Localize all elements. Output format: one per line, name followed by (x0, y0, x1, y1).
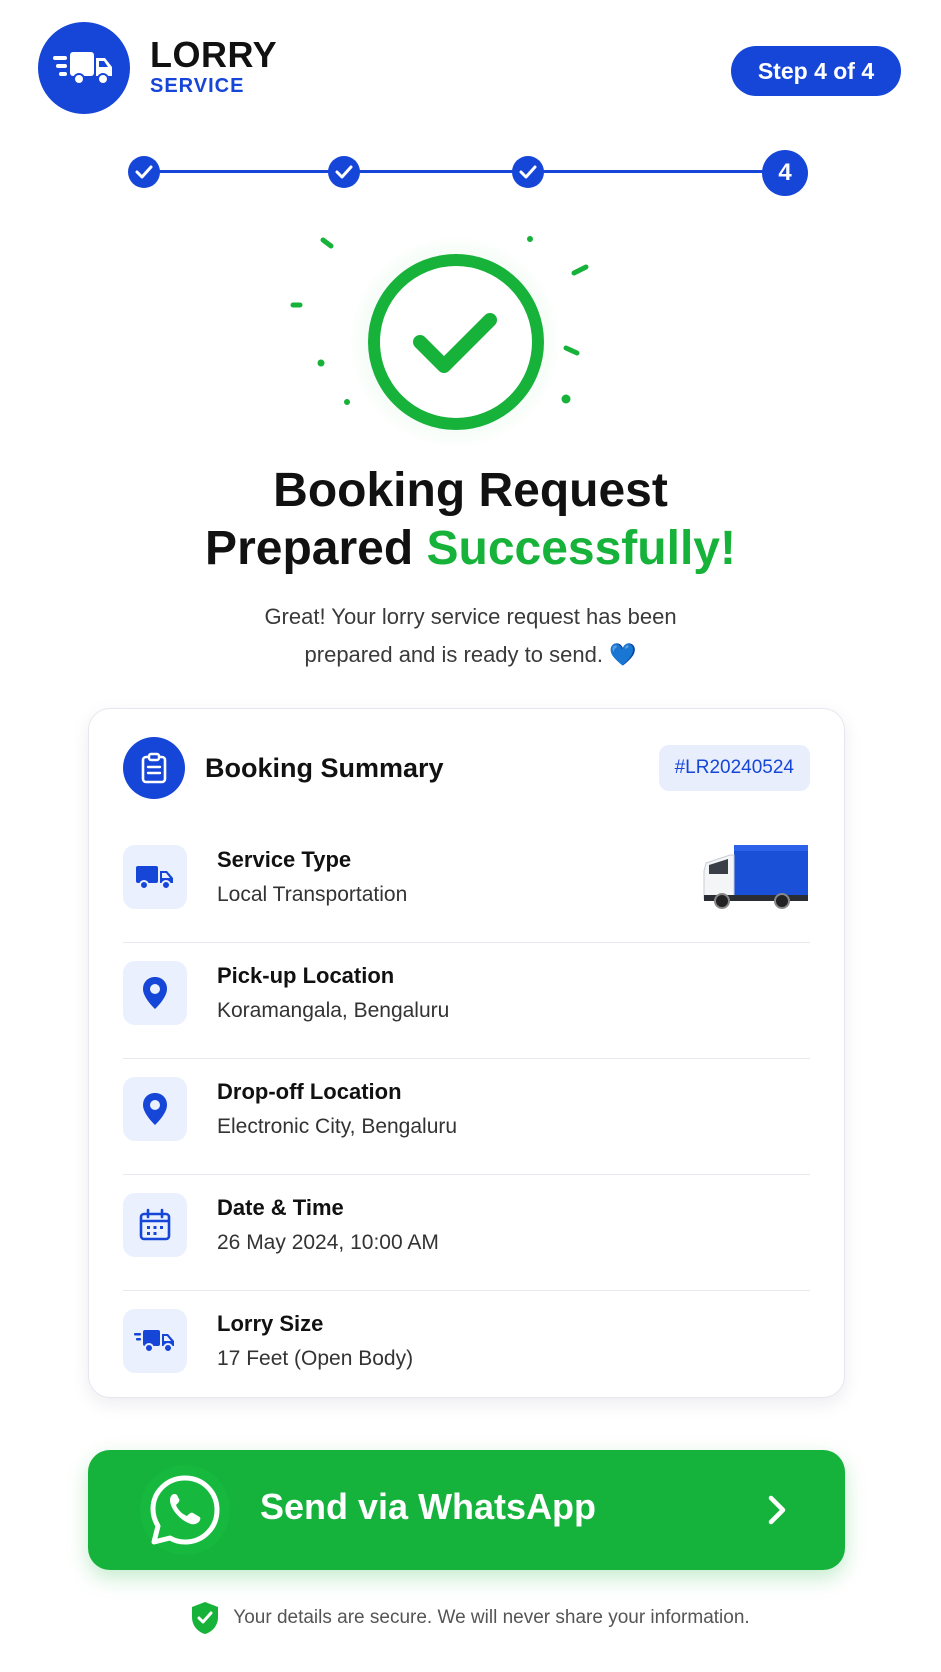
row-label: Drop-off Location (217, 1079, 402, 1104)
location-pin-icon (123, 961, 187, 1025)
success-subtext: Great! Your lorry service request has be… (200, 598, 741, 674)
security-note: Your details are secure. We will never s… (0, 1598, 941, 1638)
row-value: Koramangala, Bengaluru (217, 999, 450, 1022)
success-check-icon (290, 236, 589, 430)
security-note-text: Your details are secure. We will never s… (233, 1607, 750, 1628)
send-via-whatsapp-label: Send via WhatsApp (260, 1486, 597, 1527)
lorry-illustration (703, 845, 808, 909)
progress-stepper: 4 (128, 150, 808, 196)
booking-summary-header: Booking Summary #LR20240524 (123, 737, 810, 801)
summary-row-date-time: Date & Time 26 May 2024, 10:00 AM (123, 1175, 810, 1290)
step-4-current: 4 (762, 150, 808, 196)
summary-row-lorry-size: Lorry Size 17 Feet (Open Body) (123, 1291, 810, 1406)
booking-summary-title: Booking Summary (205, 753, 444, 783)
check-icon (335, 165, 353, 179)
row-value: 26 May 2024, 10:00 AM (217, 1231, 439, 1254)
calendar-icon (123, 1193, 187, 1257)
row-value: Electronic City, Bengaluru (217, 1115, 458, 1138)
headline-line-2: Prepared Successfully! (0, 520, 941, 578)
row-label: Date & Time (217, 1195, 344, 1220)
whatsapp-icon (140, 1465, 230, 1555)
summary-row-pickup: Pick-up Location Koramangala, Bengaluru (123, 943, 810, 1058)
row-label: Lorry Size (217, 1311, 324, 1336)
step-1-complete (128, 156, 160, 188)
step-indicator-badge: Step 4 of 4 (731, 46, 901, 96)
check-icon (519, 165, 537, 179)
fast-truck-icon (53, 52, 112, 85)
success-illustration (290, 232, 650, 447)
fast-truck-icon (123, 1309, 187, 1373)
summary-row-dropoff: Drop-off Location Electronic City, Benga… (123, 1059, 810, 1174)
row-label: Pick-up Location (217, 963, 395, 988)
booking-id-badge: #LR20240524 (658, 745, 810, 791)
row-value: 17 Feet (Open Body) (217, 1347, 414, 1370)
send-via-whatsapp-button[interactable]: Send via WhatsApp (88, 1450, 845, 1570)
brand: LORRY SERVICE (150, 36, 277, 98)
brand-subtitle: SERVICE (150, 75, 245, 97)
chevron-right-icon (768, 1495, 786, 1525)
headline-line-2-b: Successfully! (426, 522, 736, 575)
clipboard-icon (123, 737, 185, 799)
subtext-line-2: prepared and is ready to send. 💙 (200, 636, 741, 674)
row-label: Service Type (217, 847, 352, 872)
success-headline: Booking Request Prepared Successfully! (0, 462, 941, 578)
step-3-complete (512, 156, 544, 188)
step-2-complete (328, 156, 360, 188)
brand-name: LORRY (150, 34, 278, 75)
subtext-line-2-text: prepared and is ready to send. (304, 642, 603, 667)
check-icon (135, 165, 153, 179)
headline-line-1: Booking Request (273, 464, 668, 517)
booking-summary-card: Booking Summary #LR20240524 Service Type… (88, 708, 845, 1398)
app-header: LORRY SERVICE Step 4 of 4 (38, 22, 901, 116)
subtext-line-1: Great! Your lorry service request has be… (264, 604, 677, 629)
summary-row-service-type: Service Type Local Transportation (123, 827, 810, 942)
shield-check-icon (192, 1602, 219, 1634)
location-pin-icon (123, 1077, 187, 1141)
logo (38, 22, 130, 114)
progress-line (146, 170, 788, 173)
row-value: Local Transportation (217, 883, 408, 906)
blue-heart-icon: 💙 (609, 642, 637, 667)
truck-icon (123, 845, 187, 909)
headline-line-2-a: Prepared (205, 522, 427, 575)
